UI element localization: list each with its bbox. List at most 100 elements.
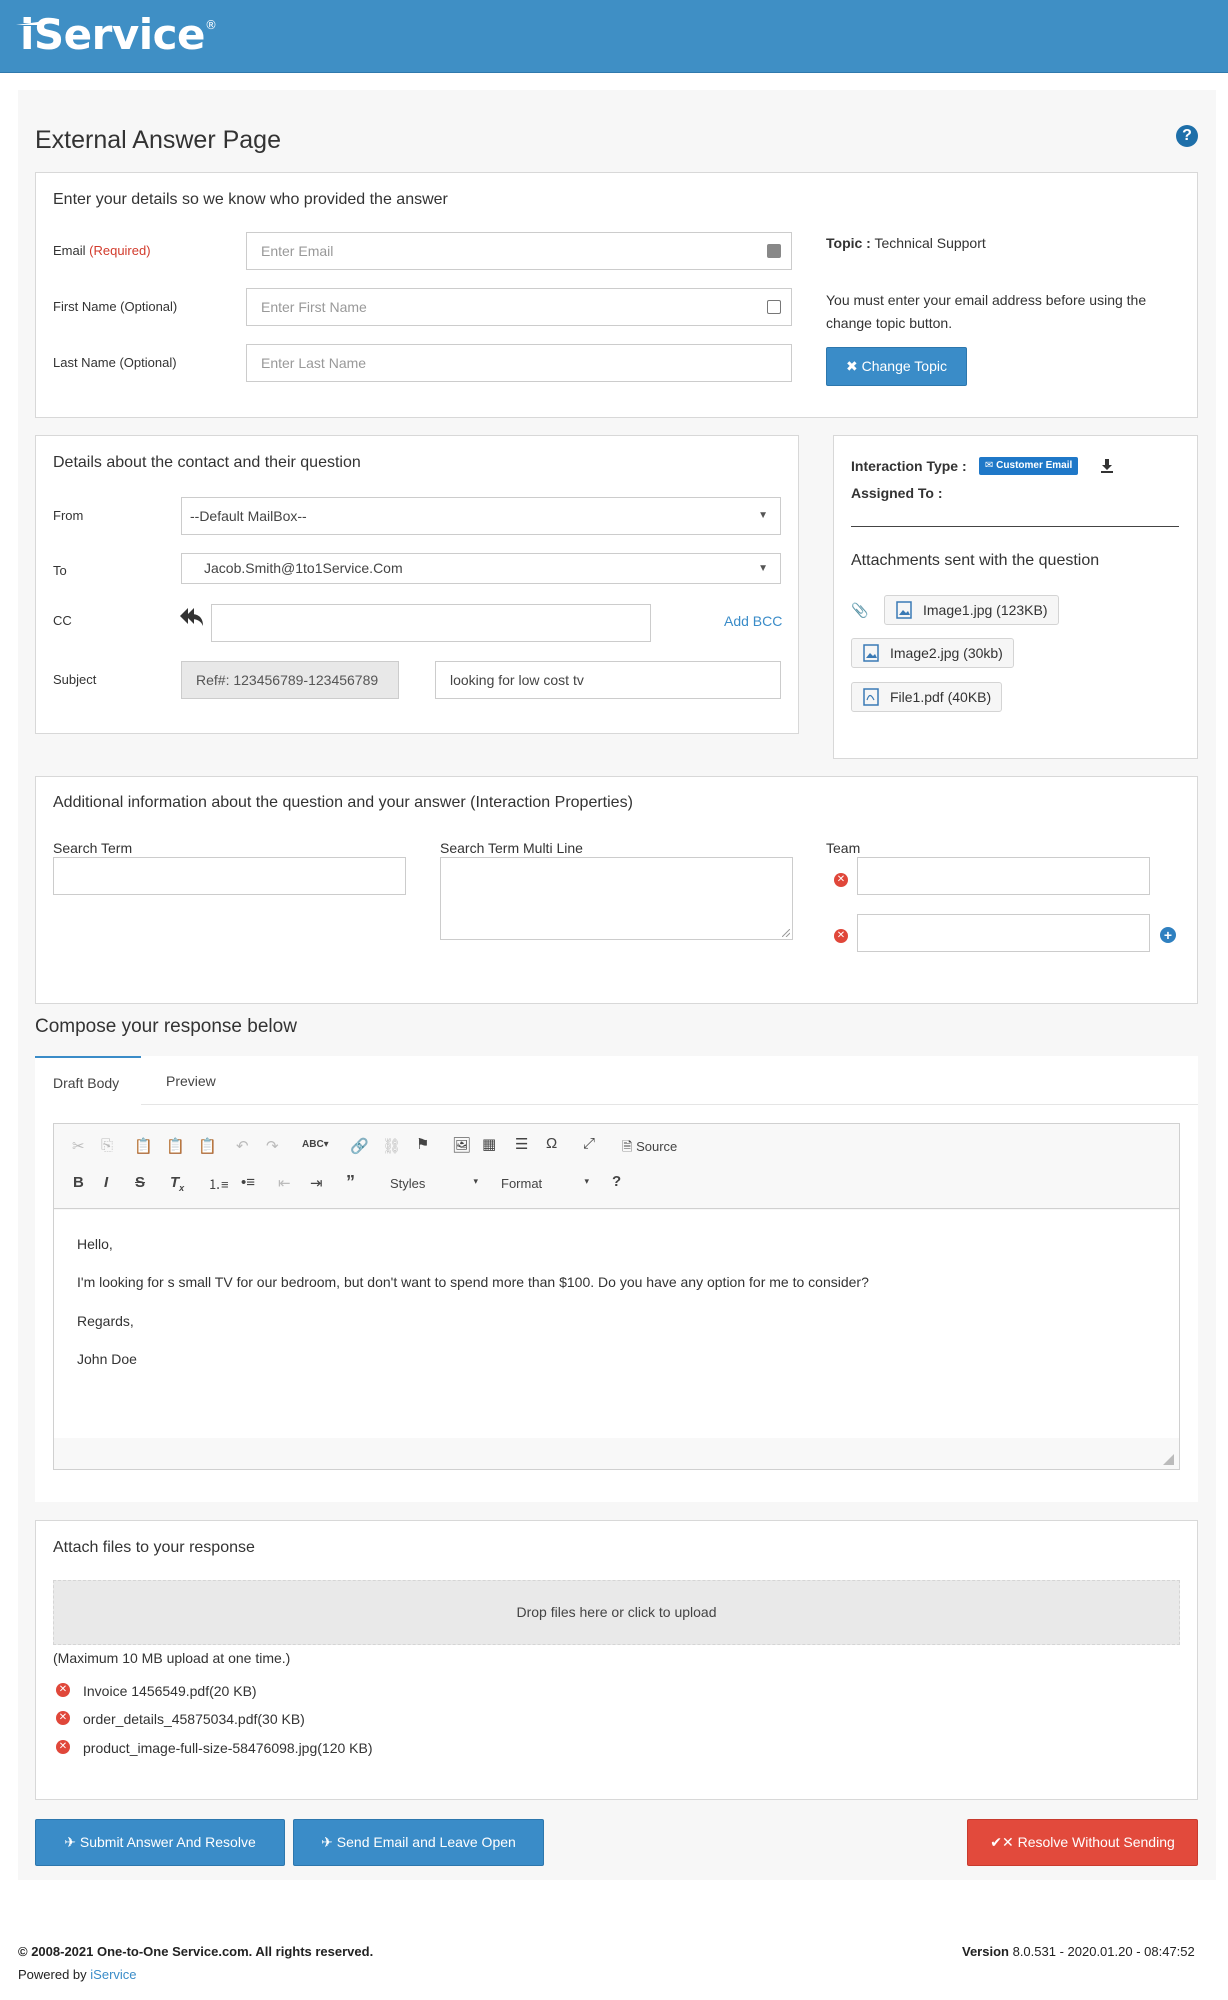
- remove-file-icon[interactable]: ✕: [56, 1711, 70, 1725]
- resolve-without-sending-button[interactable]: ✔✕ Resolve Without Sending: [967, 1819, 1198, 1866]
- first-name-field[interactable]: Enter First Name: [246, 288, 792, 326]
- redo-icon[interactable]: ↷: [266, 1137, 279, 1155]
- search-term-multiline-field[interactable]: [440, 857, 793, 940]
- from-select[interactable]: --Default MailBox-- ▼: [181, 497, 781, 535]
- send-email-leave-open-button[interactable]: ✈ Send Email and Leave Open: [293, 1819, 544, 1866]
- special-char-icon[interactable]: Ω: [546, 1135, 557, 1152]
- source-doc-icon: 🗎: [622, 1139, 633, 1154]
- editor-line-closing: Regards,: [77, 1313, 134, 1329]
- link-icon[interactable]: 🔗: [350, 1137, 369, 1155]
- team-label: Team: [826, 840, 861, 856]
- reply-all-icon[interactable]: [179, 606, 205, 628]
- italic-icon[interactable]: I: [104, 1174, 108, 1191]
- tab-draft-body[interactable]: Draft Body: [35, 1056, 141, 1105]
- properties-panel-title: Additional information about the questio…: [53, 794, 633, 811]
- resize-handle-icon[interactable]: [782, 929, 790, 937]
- version-label: Version: [962, 1944, 1009, 1959]
- anchor-flag-icon[interactable]: ⚑: [416, 1135, 429, 1153]
- bulleted-list-icon[interactable]: •≡: [241, 1174, 255, 1191]
- uploaded-file-name: Invoice 1456549.pdf(20 KB): [83, 1683, 257, 1699]
- from-label: From: [53, 508, 84, 523]
- attachment-chip[interactable]: Image2.jpg (30kb): [851, 638, 1014, 668]
- indent-icon[interactable]: ⇥: [310, 1174, 323, 1192]
- cut-icon[interactable]: ✂: [72, 1137, 85, 1155]
- undo-icon[interactable]: ↶: [236, 1137, 249, 1155]
- last-name-field[interactable]: Enter Last Name: [246, 344, 792, 382]
- paper-plane-icon: ✈: [321, 1834, 333, 1850]
- editor-help-icon[interactable]: ?: [612, 1173, 621, 1190]
- powered-by-line: Powered by iService: [18, 1967, 137, 1982]
- strikethrough-icon[interactable]: S: [135, 1174, 145, 1191]
- remove-file-icon[interactable]: ✕: [56, 1740, 70, 1754]
- format-dropdown[interactable]: Format ▾: [501, 1176, 589, 1191]
- change-topic-button[interactable]: ✖ Change Topic: [826, 347, 967, 386]
- remove-format-icon[interactable]: Tx: [170, 1174, 184, 1193]
- team-field[interactable]: [857, 914, 1150, 952]
- styles-dropdown[interactable]: Styles ▾: [390, 1176, 478, 1191]
- numbered-list-icon[interactable]: ⒈≡: [208, 1174, 229, 1193]
- remove-file-icon[interactable]: ✕: [56, 1683, 70, 1697]
- paperclip-icon: 📎: [851, 602, 869, 618]
- ref-number-field: Ref#: 123456789-123456789: [181, 661, 399, 699]
- page-title: External Answer Page: [35, 126, 281, 154]
- editor-toolbar: [54, 1124, 1179, 1209]
- topic-label: Topic :: [826, 235, 871, 251]
- maximize-icon[interactable]: ⤢: [583, 1135, 595, 1152]
- search-term-field[interactable]: [53, 857, 406, 895]
- remove-team-icon[interactable]: ✕: [834, 929, 848, 943]
- logo-registered-mark: ®: [205, 18, 217, 32]
- paste-text-icon[interactable]: 📋: [166, 1137, 185, 1155]
- subject-field[interactable]: looking for low cost tv: [435, 661, 781, 699]
- source-button[interactable]: 🗎 Source: [622, 1138, 677, 1160]
- paste-word-icon[interactable]: 📋: [198, 1137, 217, 1155]
- outdent-icon[interactable]: ⇤: [278, 1174, 291, 1192]
- uploaded-file-name: product_image-full-size-58476098.jpg(120…: [83, 1740, 373, 1756]
- search-term-label: Search Term: [53, 840, 133, 856]
- iservice-logo[interactable]: iService®: [16, 10, 217, 59]
- email-field[interactable]: Enter Email: [246, 232, 792, 270]
- add-team-icon[interactable]: +: [1160, 927, 1176, 943]
- paste-icon[interactable]: 📋: [134, 1137, 153, 1155]
- spellcheck-icon[interactable]: ABC▾: [302, 1139, 329, 1150]
- to-dropdown-caret-icon: ▼: [758, 563, 768, 574]
- submit-answer-resolve-button[interactable]: ✈ Submit Answer And Resolve: [35, 1819, 285, 1866]
- image-file-icon: [863, 644, 879, 662]
- version-line: Version 8.0.531 - 2020.01.20 - 08:47:52: [962, 1944, 1195, 1959]
- details-panel-title: Enter your details so we know who provid…: [53, 191, 448, 208]
- editor-resize-icon[interactable]: [1163, 1454, 1174, 1465]
- table-icon[interactable]: ▦: [482, 1135, 496, 1153]
- attachment-chip[interactable]: File1.pdf (40KB): [851, 682, 1003, 712]
- logo-wing-icon: [16, 20, 46, 25]
- top-header-bar: iService®: [0, 0, 1228, 73]
- topic-note-line1: You must enter your email address before…: [826, 292, 1147, 308]
- add-bcc-link[interactable]: Add BCC: [724, 613, 782, 629]
- editor-line-signature: John Doe: [77, 1351, 137, 1367]
- team-field[interactable]: [857, 857, 1150, 895]
- copy-icon[interactable]: ⎘: [101, 1137, 113, 1154]
- cc-field[interactable]: [211, 604, 651, 642]
- email-label: Email (Required): [53, 243, 151, 258]
- help-icon[interactable]: ?: [1176, 125, 1198, 147]
- envelope-icon: ✉: [985, 460, 994, 471]
- contact-panel-title: Details about the contact and their ques…: [53, 454, 361, 471]
- image-icon[interactable]: 🖼: [452, 1136, 471, 1154]
- horizontal-line-icon[interactable]: ☰: [515, 1135, 528, 1153]
- attachment-chip[interactable]: Image1.jpg (123KB): [884, 595, 1059, 625]
- editor-body[interactable]: [54, 1210, 1179, 1438]
- to-label: To: [53, 563, 67, 578]
- remove-team-icon[interactable]: ✕: [834, 873, 848, 887]
- bold-icon[interactable]: B: [73, 1174, 84, 1191]
- tab-preview[interactable]: Preview: [166, 1073, 216, 1089]
- attachments-title: Attachments sent with the question: [851, 552, 1100, 569]
- topic-note-line2: change topic button.: [826, 315, 953, 331]
- expand-arrows-icon: ✖: [846, 358, 858, 374]
- download-icon[interactable]: [1100, 459, 1114, 473]
- file-dropzone[interactable]: Drop files here or click to upload: [53, 1580, 1180, 1645]
- powered-by-link[interactable]: iService: [90, 1967, 136, 1982]
- upload-panel-title: Attach files to your response: [53, 1539, 255, 1556]
- to-select[interactable]: Jacob.Smith@1to1Service.Com ▼: [181, 553, 781, 584]
- blockquote-icon[interactable]: ”: [346, 1172, 355, 1193]
- topic-value: Technical Support: [874, 235, 986, 251]
- unlink-icon[interactable]: ⛓: [382, 1137, 401, 1155]
- upload-limit-note: (Maximum 10 MB upload at one time.): [53, 1650, 291, 1666]
